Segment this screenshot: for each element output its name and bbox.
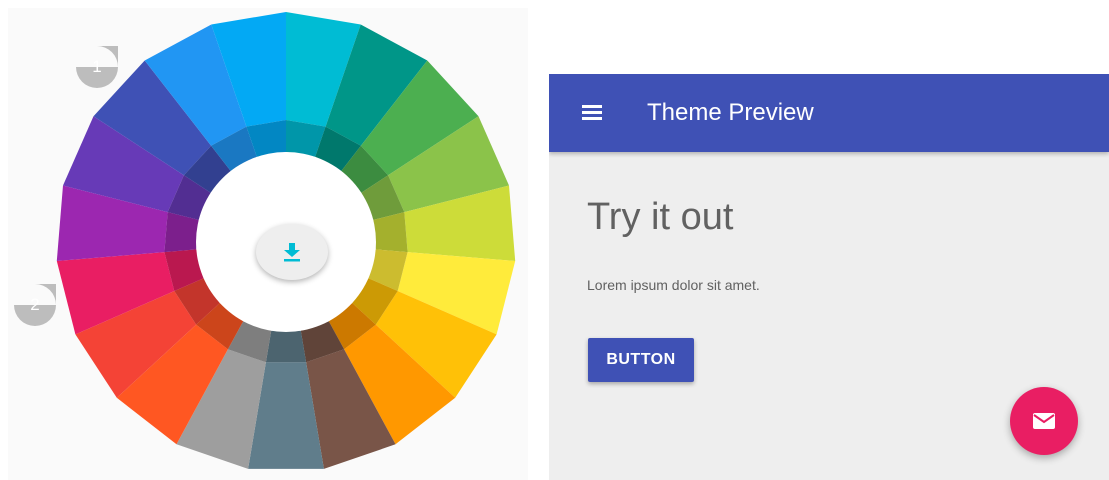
theme-preview-panel: Theme Preview Try it out Lorem ipsum dol… — [549, 74, 1109, 480]
step-marker-2: 2 — [12, 282, 58, 328]
app-bar: Theme Preview — [549, 74, 1109, 152]
menu-icon[interactable] — [579, 100, 605, 126]
download-icon — [284, 243, 300, 262]
mail-fab-button[interactable] — [1010, 387, 1078, 455]
download-button[interactable] — [256, 224, 328, 280]
app-bar-title: Theme Preview — [647, 99, 814, 126]
step-marker-label: 1 — [92, 57, 102, 76]
preview-button[interactable]: BUTTON — [588, 338, 694, 382]
step-marker-1: 1 — [74, 44, 120, 90]
preview-body-text: Lorem ipsum dolor sit amet. — [587, 277, 760, 293]
preview-heading: Try it out — [587, 196, 734, 238]
step-marker-label: 2 — [30, 295, 40, 314]
mail-icon — [1033, 413, 1055, 429]
color-picker-panel: 1 2 — [8, 8, 528, 480]
